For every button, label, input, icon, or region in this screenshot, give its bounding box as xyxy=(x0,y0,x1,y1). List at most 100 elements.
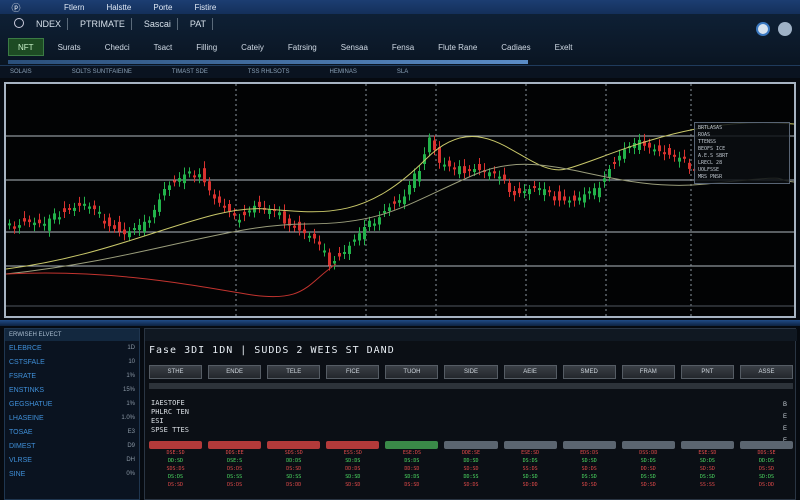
order-column-header[interactable] xyxy=(739,441,794,449)
watchlist-row[interactable]: ELEBRCE 1D xyxy=(5,341,139,355)
order-column[interactable]: ESE:SD SD:DS SD:SD DS:SD SS:SS xyxy=(680,441,734,489)
order-column[interactable]: DSE:SD DD:SD SDS:DS DS:DS DS:SD xyxy=(149,441,203,489)
watchlist-panel: ERWISEH ELVECT ELEBRCE 1D CSTSFALE 10 FSRATE… xyxy=(4,328,140,500)
order-column-header[interactable] xyxy=(208,441,262,449)
candle-body xyxy=(133,228,136,230)
subbar-item: HEMINAS xyxy=(329,69,357,75)
watchlist-row[interactable]: TOSAE E3 xyxy=(5,425,139,439)
order-column-header[interactable] xyxy=(503,441,557,449)
legend-line: BEOFS ICE xyxy=(698,146,726,152)
menu-item[interactable]: Porte xyxy=(153,3,172,12)
order-tab[interactable]: FRAM xyxy=(621,365,675,379)
legend-line: TTENSS xyxy=(698,139,717,145)
toolbar-button[interactable]: Tsact xyxy=(144,38,183,56)
order-tab[interactable]: STHE xyxy=(149,365,203,379)
order-column-header[interactable] xyxy=(562,441,616,449)
order-column[interactable]: ESE:SD DS:DS SS:DS SD:SD SD:DD xyxy=(503,441,557,489)
moving-average-line xyxy=(6,163,794,275)
order-column-header[interactable] xyxy=(621,441,675,449)
watchlist-row[interactable]: VLRSE DH xyxy=(5,453,139,467)
record-icon[interactable] xyxy=(14,18,24,28)
order-cell: SD:SD xyxy=(522,474,538,480)
order-tab[interactable]: ASSE xyxy=(739,365,794,379)
order-tab[interactable]: SIDE xyxy=(444,365,498,379)
chart-canvas[interactable] xyxy=(6,84,794,316)
order-column-header[interactable] xyxy=(149,441,203,449)
order-cell: ESE:SD xyxy=(698,450,717,456)
candle-body xyxy=(473,169,476,173)
watchlist-row[interactable]: GEGSHATUE 1% xyxy=(5,397,139,411)
toolbar-button[interactable]: Chedci xyxy=(95,38,140,56)
toolbar-button[interactable]: Cateiy xyxy=(231,38,274,56)
toolbar-row-top: NDEX PTRIMATE Sascai PAT xyxy=(14,18,214,30)
watchlist-symbol: ENSTINKS xyxy=(9,386,45,394)
order-column[interactable]: EDS:DS SD:SD SD:DS DS:SD SD:SD xyxy=(562,441,616,489)
toolbar-button[interactable]: Surats xyxy=(48,38,91,56)
refresh-icon[interactable] xyxy=(756,22,770,36)
watchlist-row[interactable]: SINE 0% xyxy=(5,467,139,481)
toolbar-button[interactable]: Filling xyxy=(186,38,227,56)
menu-item[interactable]: Fistire xyxy=(194,3,216,12)
candle-body xyxy=(498,176,501,179)
menu-item[interactable]: Halstte xyxy=(106,3,131,12)
watchlist-value: 1% xyxy=(126,373,135,379)
toolbar-button[interactable]: NFT xyxy=(8,38,44,56)
watchlist-row[interactable]: FSRATE 1% xyxy=(5,369,139,383)
order-tab[interactable]: PNT xyxy=(680,365,734,379)
candle-body xyxy=(463,166,466,174)
candle-body xyxy=(438,147,441,163)
watchlist-symbol: FSRATE xyxy=(9,372,37,380)
panel-divider[interactable] xyxy=(0,320,800,326)
candle-body xyxy=(248,210,251,213)
toolbar-button[interactable]: Fensa xyxy=(382,38,424,56)
candle-body xyxy=(353,239,356,242)
toolbar-label[interactable]: PAT xyxy=(184,18,214,30)
toolbar-label[interactable]: Sascai xyxy=(138,18,178,30)
toolbar-button[interactable]: Sensaa xyxy=(331,38,378,56)
watchlist-row[interactable]: CSTSFALE 10 xyxy=(5,355,139,369)
settings-icon[interactable] xyxy=(778,22,792,36)
order-column[interactable]: SDS:SD DD:DS DS:SD SD:SS DS:DD xyxy=(267,441,321,489)
toolbar-button[interactable]: Exelt xyxy=(545,38,583,56)
order-tab[interactable]: FICE xyxy=(326,365,380,379)
candle-body xyxy=(333,261,336,264)
toolbar-label[interactable]: PTRIMATE xyxy=(74,18,132,30)
order-cell: DS:SD xyxy=(581,474,597,480)
candle-body xyxy=(313,233,316,239)
candle-body xyxy=(153,209,156,218)
order-column-header[interactable] xyxy=(267,441,321,449)
toolbar-button[interactable]: Fatrsing xyxy=(278,38,327,56)
toolbar-button[interactable]: Flute Rane xyxy=(428,38,487,56)
order-cell: SD:DS xyxy=(345,458,361,464)
order-column[interactable]: DDE:SE DD:SD SD:SD DD:SS SD:DS xyxy=(444,441,498,489)
watchlist-symbol: SINE xyxy=(9,470,26,478)
toolbar-button[interactable]: Cadiaes xyxy=(491,38,540,56)
candle-body xyxy=(163,189,166,196)
watchlist-row[interactable]: DIMEST D9 xyxy=(5,439,139,453)
order-column[interactable]: DDS:SE DD:DS DS:SD SD:DS DS:DD xyxy=(739,441,794,489)
order-tab[interactable]: AEIE xyxy=(503,365,557,379)
watchlist-row[interactable]: LHASEINE 1.0% xyxy=(5,411,139,425)
order-tab[interactable]: TUOH xyxy=(385,365,439,379)
order-cell: DSE:S xyxy=(227,458,243,464)
watchlist-value: D9 xyxy=(127,443,135,449)
order-column[interactable]: ESE:DS DS:DS DD:SD SD:DS DS:SD xyxy=(385,441,439,489)
candle-body xyxy=(233,213,236,216)
candlestick-chart[interactable]: BRTLASAS ROAS TTENSS BEOFS ICE A.E.S SBRT LRE… xyxy=(4,82,796,318)
menu-item[interactable]: Ftlern xyxy=(64,3,84,12)
order-column[interactable]: DSS:DD SD:DS DD:SD DS:SD SD:SD xyxy=(621,441,675,489)
order-column[interactable]: DDS:EE DSE:S DS:DS DS:SS DS:DS xyxy=(208,441,262,489)
order-tab[interactable]: ENDE xyxy=(208,365,262,379)
order-column[interactable]: ESS:SD SD:DS DD:DS SD:SD SD:SD xyxy=(326,441,380,489)
order-column-header[interactable] xyxy=(444,441,498,449)
toolbar-label[interactable]: NDEX xyxy=(30,18,69,30)
order-tab[interactable]: TELE xyxy=(267,365,321,379)
order-tab[interactable]: SMED xyxy=(562,365,616,379)
order-column-header[interactable] xyxy=(326,441,380,449)
watchlist-row[interactable]: ENSTINKS 15% xyxy=(5,383,139,397)
chart-legend: BRTLASAS ROAS TTENSS BEOFS ICE A.E.S SBRT LRE… xyxy=(694,122,790,184)
candle-body xyxy=(208,181,211,191)
order-column-header[interactable] xyxy=(385,441,439,449)
order-column-header[interactable] xyxy=(680,441,734,449)
status-subbar: SOLAIS SOLTS SUNTFAIEINE TIMAST SDE TSS RHL… xyxy=(0,66,800,78)
